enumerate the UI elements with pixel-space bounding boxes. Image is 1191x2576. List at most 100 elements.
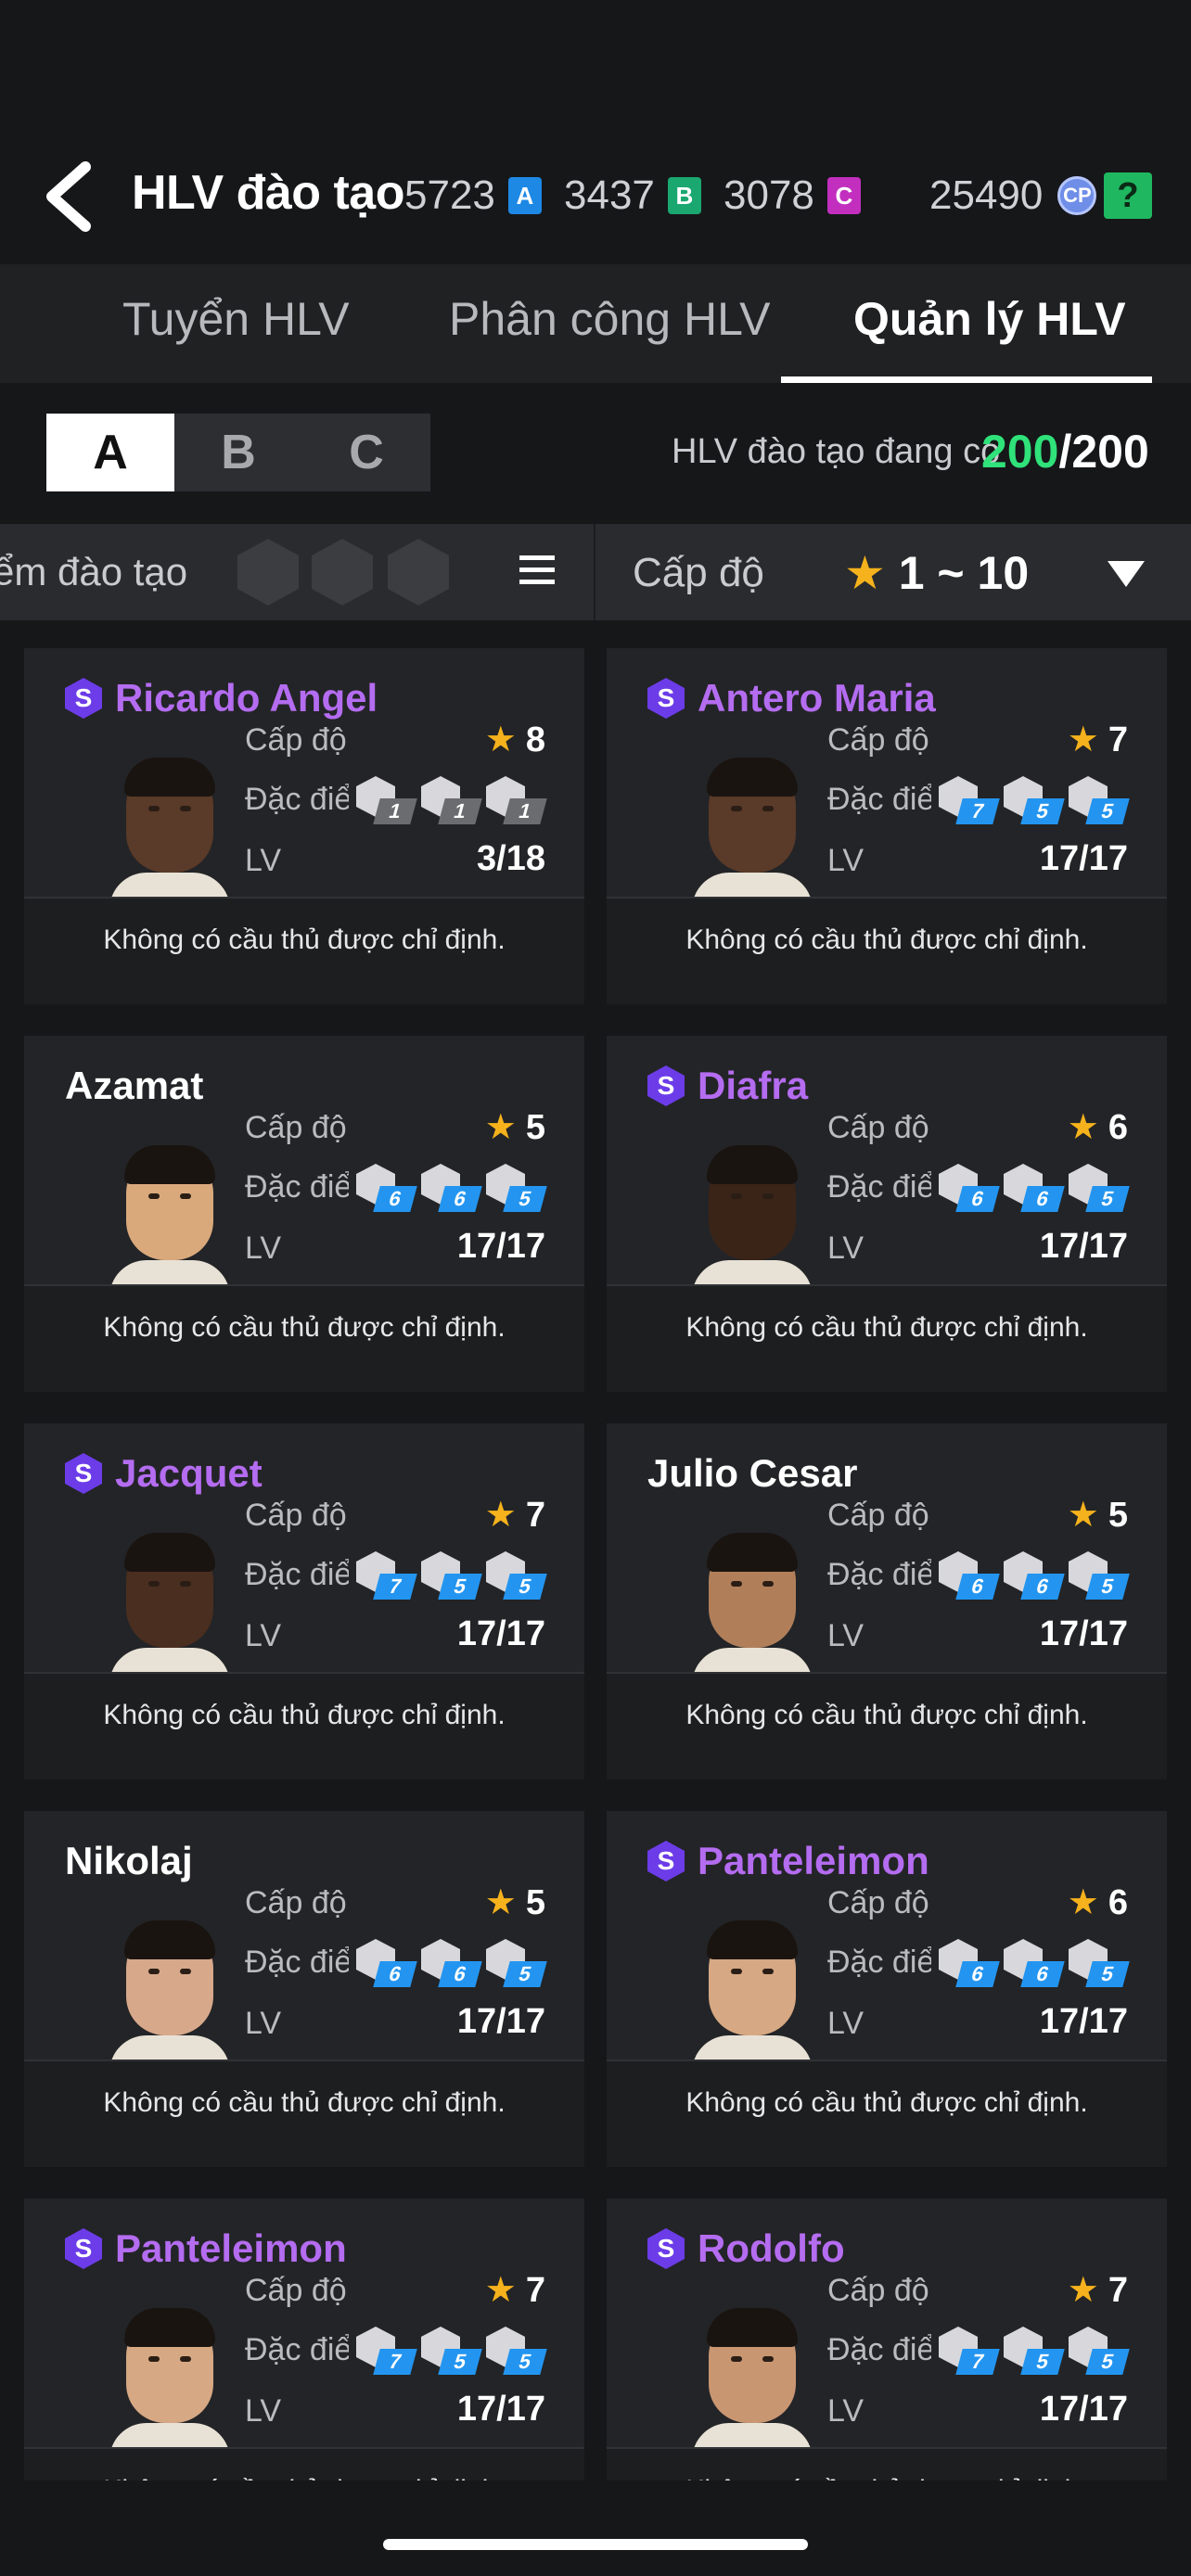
card-footer: Không có cầu thủ được chỉ định. bbox=[24, 1286, 584, 1392]
lv-value: 17/17 bbox=[1039, 2390, 1128, 2429]
star-icon: ★ bbox=[1067, 1883, 1099, 1922]
card-footer: Không có cầu thủ được chỉ định. bbox=[24, 2449, 584, 2480]
lv-label: LV bbox=[245, 1618, 282, 1653]
filter-bar: ểm đào tạo Cấp độ ★ 1 ~ 10 bbox=[0, 524, 1191, 620]
coach-card[interactable]: S Rodolfo Cấp độ ★7 Đặc điểm 755 LV 17/1… bbox=[607, 2199, 1167, 2480]
star-icon: ★ bbox=[1067, 1108, 1099, 1147]
trait-filter-label: ểm đào tạo bbox=[0, 550, 188, 593]
level-label: Cấp độ bbox=[245, 1110, 347, 1145]
segment-c[interactable]: C bbox=[302, 414, 430, 491]
coach-card[interactable]: S Jacquet Cấp độ ★7 Đặc điểm 755 LV 17/1… bbox=[24, 1423, 584, 1779]
tab-bar: Tuyển HLV Phân công HLV Quản lý HLV bbox=[0, 264, 1191, 383]
traits-list: 755 bbox=[939, 776, 1133, 824]
coach-name: S Ricardo Angel bbox=[65, 676, 378, 721]
trait-icon: 1 bbox=[356, 776, 417, 824]
level-value: ★ 6 bbox=[1067, 1108, 1128, 1147]
card-footer: Không có cầu thủ được chỉ định. bbox=[24, 899, 584, 1004]
traits-list: 755 bbox=[939, 2327, 1133, 2375]
back-arrow-icon[interactable] bbox=[37, 159, 102, 234]
level-value: ★ 5 bbox=[484, 1883, 545, 1922]
trait-icon: 7 bbox=[356, 1551, 417, 1600]
lv-value: 17/17 bbox=[1039, 839, 1128, 878]
coach-card[interactable]: Julio Cesar Cấp độ ★5 Đặc điểm 665 LV 17… bbox=[607, 1423, 1167, 1779]
lv-value: 17/17 bbox=[1039, 1614, 1128, 1653]
trait-icon: 6 bbox=[1004, 1164, 1065, 1212]
coin-a-icon: A bbox=[507, 177, 542, 214]
coach-portrait bbox=[109, 758, 230, 897]
trait-icon: 5 bbox=[486, 1164, 547, 1212]
traits-list: 665 bbox=[939, 1164, 1133, 1212]
trait-icon: 1 bbox=[486, 776, 547, 824]
lv-value: 17/17 bbox=[456, 1614, 545, 1653]
lv-value: 17/17 bbox=[456, 2002, 545, 2041]
trait-filter[interactable]: ểm đào tạo bbox=[0, 524, 594, 620]
tab-assign-coach[interactable]: Phân công HLV bbox=[449, 292, 771, 346]
coach-card[interactable]: S Diafra Cấp độ ★6 Đặc điểm 665 LV 17/17… bbox=[607, 1036, 1167, 1392]
level-label: Cấp độ bbox=[827, 722, 929, 758]
traits-label: Đặc điểm bbox=[245, 1945, 349, 1980]
coach-name: S Antero Maria bbox=[647, 676, 936, 721]
lv-label: LV bbox=[827, 1618, 864, 1653]
currency-b: 3437 B bbox=[564, 172, 701, 219]
special-badge-icon: S bbox=[647, 2228, 685, 2269]
card-footer: Không có cầu thủ được chỉ định. bbox=[607, 899, 1167, 1004]
segment-a[interactable]: A bbox=[46, 414, 174, 491]
level-value: ★ 7 bbox=[1067, 2271, 1128, 2310]
tab-manage-coach[interactable]: Quản lý HLV bbox=[853, 292, 1126, 346]
trait-slot-icon[interactable] bbox=[388, 539, 449, 606]
tab-recruit-coach[interactable]: Tuyển HLV bbox=[122, 292, 350, 346]
lv-label: LV bbox=[827, 2006, 864, 2041]
trait-icon: 5 bbox=[421, 1551, 482, 1600]
lv-value: 17/17 bbox=[1039, 2002, 1128, 2041]
trait-icon: 5 bbox=[1069, 1551, 1130, 1600]
menu-icon[interactable] bbox=[519, 555, 555, 589]
lv-value: 17/17 bbox=[456, 1227, 545, 1266]
coach-card[interactable]: S Antero Maria Cấp độ ★7 Đặc điểm 755 LV… bbox=[607, 648, 1167, 1004]
level-label: Cấp độ bbox=[827, 2273, 929, 2308]
level-label: Cấp độ bbox=[245, 2273, 347, 2308]
traits-list: 111 bbox=[356, 776, 551, 824]
traits-list: 665 bbox=[939, 1939, 1133, 1987]
cp-coin-icon: CP bbox=[1057, 176, 1097, 215]
card-footer: Không có cầu thủ được chỉ định. bbox=[607, 1286, 1167, 1392]
lv-value: 17/17 bbox=[456, 2390, 545, 2429]
coach-card[interactable]: S Ricardo Angel Cấp độ ★8 Đặc điểm 111 L… bbox=[24, 648, 584, 1004]
special-badge-icon: S bbox=[647, 1841, 685, 1881]
dropdown-caret-icon[interactable] bbox=[1108, 561, 1145, 587]
traits-list: 665 bbox=[356, 1164, 551, 1212]
special-badge-icon: S bbox=[65, 2228, 102, 2269]
coach-name: S Rodolfo bbox=[647, 2226, 845, 2271]
traits-label: Đặc điểm bbox=[827, 782, 931, 817]
coach-card[interactable]: S Panteleimon Cấp độ ★6 Đặc điểm 665 LV … bbox=[607, 1811, 1167, 2167]
active-tab-indicator bbox=[781, 376, 1152, 383]
trait-slot-icon[interactable] bbox=[237, 539, 299, 606]
trait-icon: 5 bbox=[486, 1939, 547, 1987]
coach-name: Nikolaj bbox=[65, 1839, 193, 1882]
coach-card[interactable]: Nikolaj Cấp độ ★5 Đặc điểm 665 LV 17/17 … bbox=[24, 1811, 584, 2167]
trait-slot-icon[interactable] bbox=[312, 539, 373, 606]
trait-icon: 6 bbox=[1004, 1551, 1065, 1600]
coach-card[interactable]: S Panteleimon Cấp độ ★7 Đặc điểm 755 LV … bbox=[24, 2199, 584, 2480]
header-bar: HLV đào tạo 5723 A 3437 B 3078 C 25490 C… bbox=[0, 0, 1191, 264]
special-badge-icon: S bbox=[647, 1065, 685, 1106]
segment-b[interactable]: B bbox=[174, 414, 302, 491]
trait-icon: 6 bbox=[356, 1164, 417, 1212]
lv-label: LV bbox=[827, 2393, 864, 2429]
lv-label: LV bbox=[245, 2393, 282, 2429]
coach-portrait bbox=[692, 1920, 813, 2060]
help-button[interactable]: ? bbox=[1104, 172, 1152, 219]
traits-label: Đặc điểm bbox=[245, 1557, 349, 1592]
coach-card[interactable]: Azamat Cấp độ ★5 Đặc điểm 665 LV 17/17 K… bbox=[24, 1036, 584, 1392]
lv-value: 17/17 bbox=[1039, 1227, 1128, 1266]
trait-icon: 7 bbox=[939, 2327, 1000, 2375]
card-footer: Không có cầu thủ được chỉ định. bbox=[607, 1674, 1167, 1779]
level-filter-value[interactable]: ★ 1 ~ 10 bbox=[844, 546, 1029, 600]
trait-icon: 6 bbox=[421, 1939, 482, 1987]
level-value: ★ 7 bbox=[1067, 721, 1128, 759]
level-label: Cấp độ bbox=[245, 1885, 347, 1920]
trait-icon: 6 bbox=[421, 1164, 482, 1212]
coach-name: Julio Cesar bbox=[647, 1451, 858, 1495]
coach-portrait bbox=[109, 1533, 230, 1672]
coach-portrait bbox=[692, 1145, 813, 1284]
trait-icon: 5 bbox=[1004, 2327, 1065, 2375]
